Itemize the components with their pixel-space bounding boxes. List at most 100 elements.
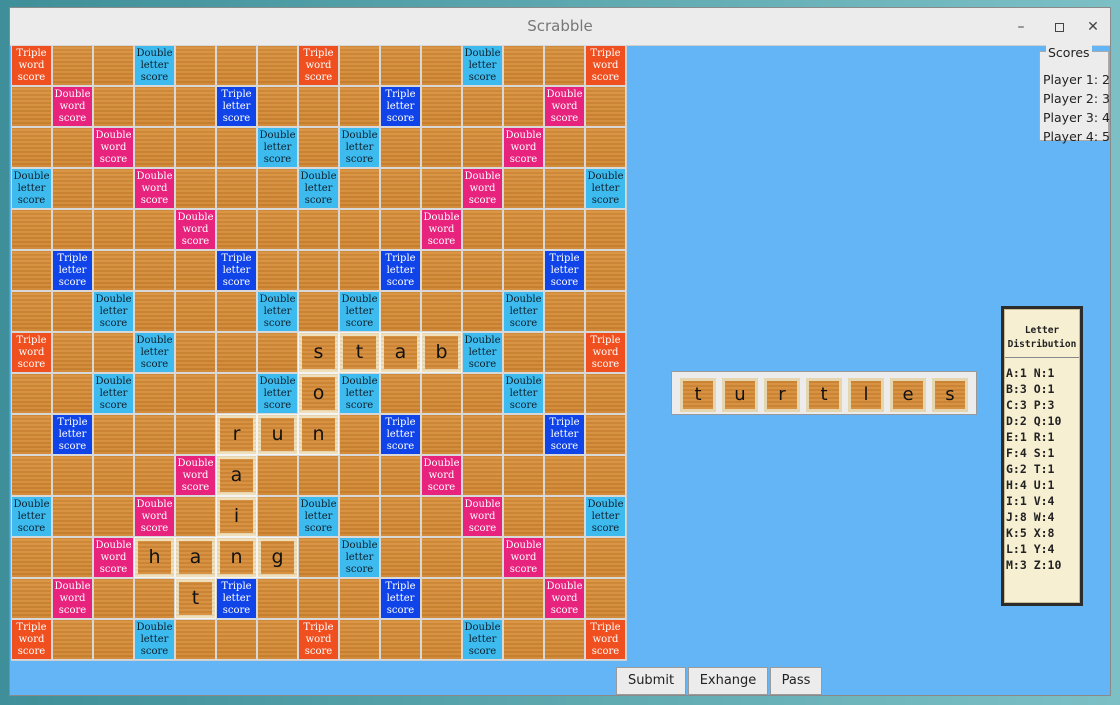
triple-word-square[interactable]: Triple word score [585, 45, 626, 86]
board-square[interactable] [380, 619, 421, 660]
board-square[interactable] [134, 250, 175, 291]
board-square[interactable] [503, 414, 544, 455]
board-square[interactable] [380, 127, 421, 168]
board-square[interactable] [585, 537, 626, 578]
triple-word-square[interactable]: Triple word score [585, 619, 626, 660]
board-square[interactable] [93, 250, 134, 291]
board-square[interactable] [11, 578, 52, 619]
double-word-square[interactable]: Double word score [421, 455, 462, 496]
double-letter-square[interactable]: Double letter score [11, 496, 52, 537]
double-letter-square[interactable]: Double letter score [339, 127, 380, 168]
double-letter-square[interactable]: Double letter score [257, 127, 298, 168]
double-word-square[interactable]: Double word score [52, 578, 93, 619]
board-square[interactable] [462, 250, 503, 291]
board-square[interactable] [93, 168, 134, 209]
board-square[interactable] [216, 168, 257, 209]
placed-tile[interactable]: u [257, 414, 298, 455]
board-square[interactable] [339, 86, 380, 127]
board-square[interactable] [257, 86, 298, 127]
board-square[interactable] [462, 86, 503, 127]
close-icon[interactable]: ✕ [1082, 16, 1104, 38]
double-letter-square[interactable]: Double letter score [134, 619, 175, 660]
board-square[interactable] [52, 373, 93, 414]
rack-tile[interactable]: t [806, 378, 842, 412]
board-square[interactable] [11, 291, 52, 332]
triple-letter-square[interactable]: Triple letter score [380, 414, 421, 455]
placed-tile[interactable]: a [380, 332, 421, 373]
board-square[interactable] [257, 496, 298, 537]
board-square[interactable] [462, 414, 503, 455]
board-square[interactable] [52, 45, 93, 86]
board-square[interactable] [175, 291, 216, 332]
double-letter-square[interactable]: Double letter score [134, 45, 175, 86]
board-square[interactable] [257, 209, 298, 250]
board-square[interactable] [544, 127, 585, 168]
placed-tile[interactable]: h [134, 537, 175, 578]
board-square[interactable] [11, 373, 52, 414]
board-square[interactable] [52, 168, 93, 209]
board-square[interactable] [93, 332, 134, 373]
triple-word-square[interactable]: Triple word score [298, 619, 339, 660]
placed-tile[interactable]: n [298, 414, 339, 455]
board-square[interactable] [11, 537, 52, 578]
board-square[interactable] [339, 45, 380, 86]
board-square[interactable] [257, 578, 298, 619]
triple-letter-square[interactable]: Triple letter score [380, 250, 421, 291]
board-square[interactable] [421, 496, 462, 537]
board-square[interactable] [298, 86, 339, 127]
board-square[interactable] [175, 496, 216, 537]
board-square[interactable] [134, 578, 175, 619]
board-square[interactable] [585, 86, 626, 127]
board-square[interactable] [339, 455, 380, 496]
double-word-square[interactable]: Double word score [93, 127, 134, 168]
rack-tile[interactable]: s [932, 378, 968, 412]
board-square[interactable] [216, 127, 257, 168]
double-word-square[interactable]: Double word score [52, 86, 93, 127]
board-square[interactable] [93, 619, 134, 660]
placed-tile[interactable]: n [216, 537, 257, 578]
board-square[interactable] [585, 291, 626, 332]
board-square[interactable] [339, 578, 380, 619]
board-square[interactable] [216, 332, 257, 373]
submit-button[interactable]: Submit [616, 667, 686, 695]
board-square[interactable] [503, 168, 544, 209]
double-word-square[interactable]: Double word score [503, 537, 544, 578]
board-square[interactable] [339, 414, 380, 455]
placed-tile[interactable]: o [298, 373, 339, 414]
double-word-square[interactable]: Double word score [175, 455, 216, 496]
double-letter-square[interactable]: Double letter score [93, 291, 134, 332]
double-letter-square[interactable]: Double letter score [339, 373, 380, 414]
board-square[interactable] [11, 86, 52, 127]
board-square[interactable] [11, 250, 52, 291]
board-square[interactable] [503, 455, 544, 496]
board-square[interactable] [52, 496, 93, 537]
double-word-square[interactable]: Double word score [544, 86, 585, 127]
double-letter-square[interactable]: Double letter score [339, 537, 380, 578]
board-square[interactable] [93, 578, 134, 619]
minimize-icon[interactable]: – [1010, 16, 1032, 38]
board-square[interactable] [175, 373, 216, 414]
double-letter-square[interactable]: Double letter score [298, 496, 339, 537]
board-square[interactable] [421, 250, 462, 291]
triple-letter-square[interactable]: Triple letter score [52, 250, 93, 291]
double-letter-square[interactable]: Double letter score [339, 291, 380, 332]
triple-letter-square[interactable]: Triple letter score [216, 578, 257, 619]
double-word-square[interactable]: Double word score [175, 209, 216, 250]
title-bar[interactable]: Scrabble – ✕ [10, 8, 1110, 46]
double-word-square[interactable]: Double word score [462, 168, 503, 209]
board-square[interactable] [175, 168, 216, 209]
placed-tile[interactable]: i [216, 496, 257, 537]
board-square[interactable] [216, 619, 257, 660]
board-square[interactable] [585, 250, 626, 291]
double-letter-square[interactable]: Double letter score [462, 45, 503, 86]
board-square[interactable] [462, 209, 503, 250]
board-square[interactable] [585, 455, 626, 496]
board-square[interactable] [421, 168, 462, 209]
board-square[interactable] [339, 496, 380, 537]
board-square[interactable] [503, 45, 544, 86]
board-square[interactable] [93, 86, 134, 127]
board-square[interactable] [298, 578, 339, 619]
board-square[interactable] [257, 250, 298, 291]
board-square[interactable] [339, 619, 380, 660]
board-square[interactable] [298, 250, 339, 291]
